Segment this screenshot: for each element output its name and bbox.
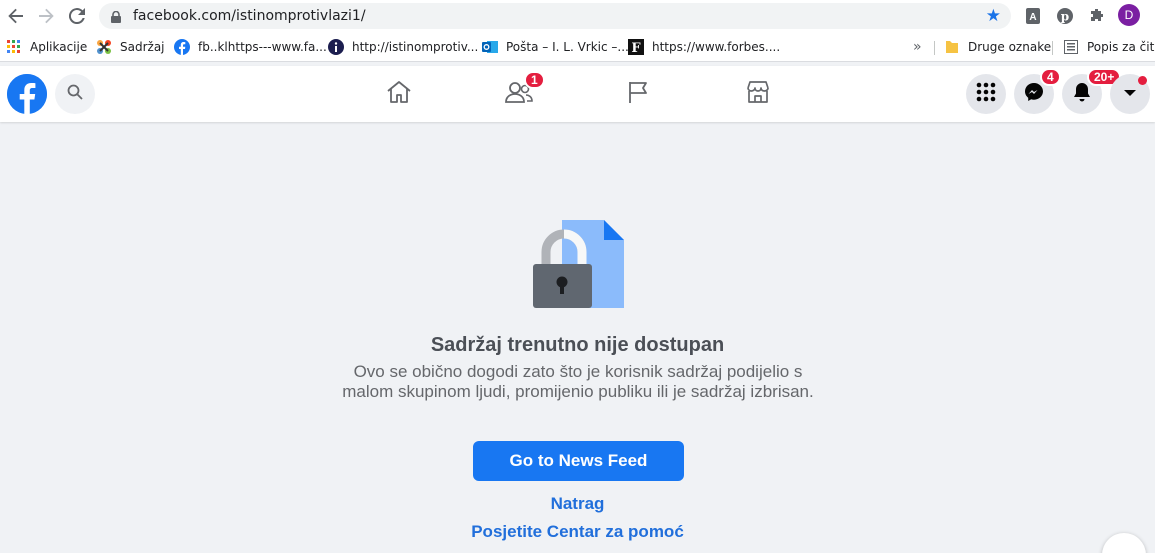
bookmark-label: Popis za čitar: [1087, 40, 1155, 54]
grid-menu-icon: [976, 82, 996, 107]
bookmark-label: fb..klhttps---www.fa...: [198, 40, 327, 54]
bookmark-posta[interactable]: Pošta – I. L. Vrkic –...: [482, 38, 629, 56]
extensions-puzzle-icon[interactable]: [1087, 6, 1107, 26]
bookmark-label: Aplikacije: [30, 40, 88, 54]
go-to-news-feed-button[interactable]: Go to News Feed: [473, 441, 684, 481]
bookmark-label: https://www.forbes....: [652, 40, 781, 54]
unavailable-description: Ovo se obično dogodi zato što je korisni…: [342, 362, 814, 401]
account-alert-dot: [1138, 76, 1147, 85]
messenger-badge: 4: [1040, 68, 1061, 86]
bookmark-label: http://istinomprotiv...: [352, 40, 479, 54]
url-text: facebook.com/istinomprotivlazi1/: [133, 8, 366, 24]
folder-icon: [944, 39, 960, 55]
bookmark-separator: [1052, 41, 1053, 55]
bookmark-label: Druge oznake: [968, 40, 1052, 54]
profile-avatar[interactable]: D: [1118, 4, 1140, 26]
svg-text:A: A: [1029, 12, 1036, 23]
menu-button[interactable]: [966, 74, 1006, 114]
pinterest-extension-icon[interactable]: p: [1055, 6, 1075, 26]
bookmark-forbes[interactable]: F https://www.forbes....: [628, 38, 780, 56]
browser-toolbar: facebook.com/istinomprotivlazi1/ ★ A p D: [0, 0, 1155, 33]
joomla-icon: [96, 39, 112, 55]
outlook-icon: [482, 39, 498, 55]
translate-extension-icon[interactable]: A: [1023, 6, 1043, 26]
nav-pages[interactable]: [622, 78, 654, 110]
bookmark-istinom[interactable]: http://istinomprotiv...: [328, 38, 478, 56]
reload-icon[interactable]: [65, 4, 89, 28]
help-center-link[interactable]: Posjetite Centar za pomoć: [0, 522, 1155, 542]
info-icon: [328, 39, 344, 55]
back-link[interactable]: Natrag: [0, 494, 1155, 514]
bookmark-aplikacije[interactable]: Aplikacije: [6, 38, 87, 56]
unavailable-title: Sadržaj trenutno nije dostupan: [430, 334, 725, 356]
messenger-icon: [1024, 82, 1044, 107]
bookmarks-overflow-button[interactable]: »: [913, 38, 922, 56]
forbes-icon: F: [628, 39, 644, 55]
forward-arrow-icon[interactable]: [34, 4, 58, 28]
facebook-icon: [174, 39, 190, 55]
back-arrow-icon[interactable]: [4, 4, 28, 28]
chevron-down-icon: [1123, 85, 1137, 103]
svg-text:p: p: [1061, 10, 1069, 24]
address-bar[interactable]: facebook.com/istinomprotivlazi1/ ★: [99, 3, 1011, 29]
facebook-header: 1 4 20+: [0, 66, 1155, 122]
svg-text:F: F: [631, 41, 641, 55]
bookmark-sadrzaj[interactable]: Sadržaj: [96, 38, 165, 56]
facebook-logo-icon[interactable]: [7, 74, 47, 114]
friends-badge: 1: [524, 71, 545, 89]
facebook-search-button[interactable]: [55, 74, 95, 114]
padlock-icon: [111, 10, 121, 23]
bookmark-star-icon[interactable]: ★: [986, 6, 1001, 26]
content-unavailable-panel: Sadržaj trenutno nije dostupan Ovo se ob…: [0, 122, 1155, 553]
apps-grid-icon: [6, 39, 22, 55]
nav-marketplace[interactable]: [742, 78, 774, 110]
nav-home[interactable]: [383, 78, 415, 110]
bookmark-label: Pošta – I. L. Vrkic –...: [506, 40, 629, 54]
bookmark-separator: [934, 41, 935, 55]
locked-content-icon: [530, 220, 626, 312]
flag-icon: [625, 79, 651, 110]
reading-list-button[interactable]: Popis za čitar: [1063, 38, 1155, 56]
bookmarks-bar: Aplikacije Sadržaj fb..klhttps---www.fa.…: [0, 33, 1155, 62]
reading-list-icon: [1063, 39, 1079, 55]
bookmark-fb[interactable]: fb..klhttps---www.fa...: [174, 38, 327, 56]
home-icon: [386, 79, 412, 110]
bookmark-label: Sadržaj: [120, 40, 165, 54]
search-icon: [67, 84, 83, 105]
bookmark-folder-druge-oznake[interactable]: Druge oznake: [944, 38, 1051, 56]
bell-icon: [1073, 82, 1091, 107]
marketplace-icon: [745, 79, 771, 110]
